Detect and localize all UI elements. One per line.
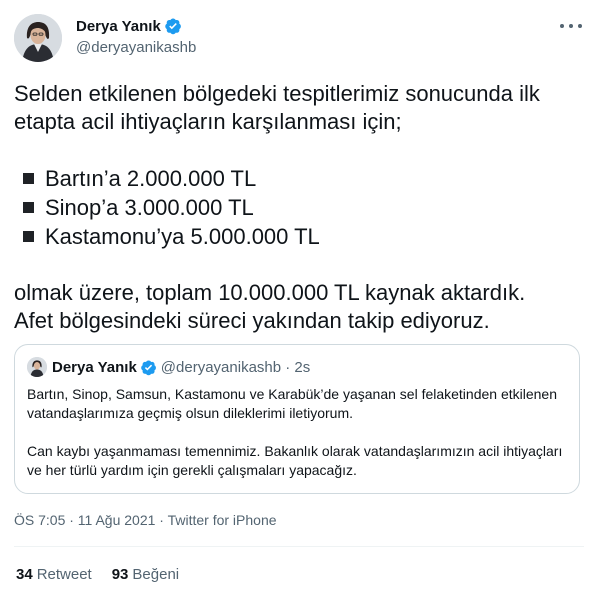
- retweets-stat[interactable]: 34 Retweet: [16, 566, 92, 583]
- retweets-count: 34: [16, 566, 33, 583]
- quoted-paragraph-1: Bartın, Sinop, Samsun, Kastamonu ve Kara…: [27, 386, 557, 421]
- author-name-row[interactable]: Derya Yanık: [76, 17, 182, 35]
- author-handle[interactable]: @deryayanikashb: [76, 39, 196, 56]
- retweets-label: Retweet: [36, 566, 92, 583]
- square-bullet-icon: [23, 202, 34, 213]
- likes-count: 93: [111, 566, 129, 583]
- square-bullet-icon: [23, 231, 34, 242]
- likes-label: Beğeni: [132, 566, 180, 583]
- list-item-text: Sinop’a 3.000.000 TL: [45, 194, 254, 220]
- quoted-tweet-text: Bartın, Sinop, Samsun, Kastamonu ve Kara…: [27, 385, 567, 480]
- quoted-tweet-meta: @deryayanikashb · 2s: [160, 358, 311, 376]
- quoted-author-name: Derya Yanık: [52, 358, 137, 376]
- likes-stat[interactable]: 93 Beğeni: [112, 566, 179, 583]
- list-item-text: Bartın’a 2.000.000 TL: [45, 165, 257, 191]
- list-item: Kastamonu’ya 5.000.000 TL: [14, 222, 584, 251]
- quoted-tweet[interactable]: Derya Yanık @deryayanikashb · 2s Bartın,…: [14, 344, 580, 494]
- tweet-paragraph-2-line-2: Afet bölgesindeki süreci yakından takip …: [14, 308, 490, 333]
- tweet-timestamp-source[interactable]: ÖS 7:05 · 11 Ağu 2021 · Twitter for iPho…: [14, 512, 277, 528]
- tweet-paragraph-2: olmak üzere, toplam 10.000.000 TL kaynak…: [14, 279, 584, 335]
- quoted-paragraph-2: Can kaybı yaşanmaması temennimiz. Bakanl…: [27, 443, 563, 478]
- quoted-tweet-header: Derya Yanık @deryayanikashb · 2s: [27, 357, 310, 377]
- list-item: Sinop’a 3.000.000 TL: [14, 193, 584, 222]
- list-item: Bartın’a 2.000.000 TL: [14, 164, 584, 193]
- amount-list: Bartın’a 2.000.000 TL Sinop’a 3.000.000 …: [14, 164, 584, 251]
- tweet-text: Selden etkilenen bölgedeki tespitlerimiz…: [14, 80, 584, 335]
- divider: [14, 546, 584, 547]
- engagement-stats: 34 Retweet 93 Beğeni: [16, 566, 199, 583]
- square-bullet-icon: [23, 173, 34, 184]
- tweet-paragraph-1: Selden etkilenen bölgedeki tespitlerimiz…: [14, 81, 540, 134]
- quoted-author-avatar: [27, 357, 47, 377]
- author-display-name[interactable]: Derya Yanık: [76, 18, 161, 35]
- list-item-text: Kastamonu’ya 5.000.000 TL: [45, 223, 320, 249]
- verified-badge-icon: [140, 359, 156, 375]
- profile-photo-icon: [27, 357, 47, 377]
- profile-photo-icon: [14, 14, 62, 62]
- tweet-paragraph-2-line-1: olmak üzere, toplam 10.000.000 TL kaynak…: [14, 280, 526, 305]
- tweet-card: Derya Yanık @deryayanikashb Selden etkil…: [0, 0, 598, 596]
- more-options-icon[interactable]: [560, 18, 582, 34]
- verified-badge-icon: [165, 18, 181, 35]
- author-avatar[interactable]: [14, 14, 62, 62]
